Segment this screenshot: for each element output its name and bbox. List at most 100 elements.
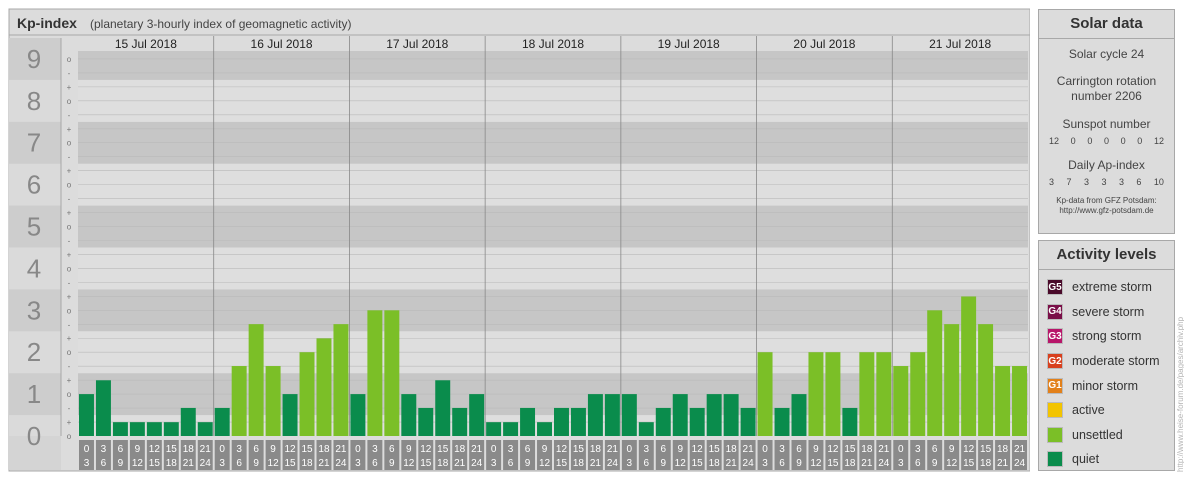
interval-end-label: 18: [980, 458, 992, 469]
legend-item-severe-storm: G4 severe storm: [1039, 300, 1174, 325]
sub-tick-label: o: [67, 390, 72, 399]
g2-swatch: G2: [1047, 353, 1063, 370]
kp-bar: [452, 407, 468, 436]
interval-end-label: 21: [454, 458, 466, 469]
ap-value: 3: [1049, 177, 1055, 187]
kp-bar: [927, 310, 943, 436]
interval-end-label: 12: [403, 458, 415, 469]
legend-label: unsettled: [1072, 427, 1123, 442]
interval-start-label: 15: [573, 444, 585, 455]
interval-end-label: 18: [709, 458, 721, 469]
source-credit: http://www.heise-forum.de/pages/archiv.p…: [1176, 316, 1184, 472]
kp-bar: [486, 422, 502, 436]
interval-end-label: 9: [525, 458, 531, 469]
interval-start-label: 18: [726, 444, 738, 455]
interval-start-label: 3: [915, 444, 921, 455]
interval-start-label: 12: [149, 444, 161, 455]
carrington-rotation-line-1: Carrington rotation: [1056, 74, 1157, 88]
solar-data-panel: Solar data Solar cycle 24 Carrington rot…: [1038, 9, 1175, 234]
ap-value: 10: [1153, 177, 1164, 187]
interval-start-label: 9: [949, 444, 955, 455]
interval-end-label: 18: [844, 458, 856, 469]
interval-end-label: 6: [372, 458, 378, 469]
sunspot-number-label: Sunspot number: [1062, 117, 1151, 131]
interval-start-label: 18: [183, 444, 195, 455]
legend-item-extreme-storm: G5 extreme storm: [1039, 275, 1174, 300]
kp-bar: [587, 394, 603, 436]
quiet-swatch: [1047, 451, 1063, 468]
interval-start-label: 18: [454, 444, 466, 455]
interval-start-label: 9: [270, 444, 276, 455]
sub-tick-label: +: [67, 334, 72, 343]
y-tick-label: 2: [27, 337, 41, 367]
activity-legend: G5 extreme storm G4 severe storm G3 stro…: [1039, 270, 1174, 472]
kp-bar: [350, 394, 366, 436]
interval-end-label: 15: [692, 458, 704, 469]
kp-bar: [621, 394, 637, 436]
interval-start-label: 21: [743, 444, 755, 455]
ap-value: 3: [1083, 177, 1089, 187]
sub-tick-label: -: [68, 278, 71, 287]
interval-end-label: 24: [335, 458, 347, 469]
kp-bar: [774, 407, 790, 436]
kp-bar: [706, 394, 722, 436]
kp-bar: [95, 380, 111, 436]
interval-start-label: 6: [525, 444, 531, 455]
ap-value: 3: [1101, 177, 1107, 187]
interval-end-label: 18: [573, 458, 585, 469]
interval-start-label: 15: [166, 444, 178, 455]
kp-bar: [537, 422, 552, 436]
interval-end-label: 9: [118, 458, 124, 469]
kp-bar: [1012, 366, 1027, 436]
interval-start-label: 9: [135, 444, 141, 455]
interval-start-label: 3: [508, 444, 514, 455]
kp-bar: [469, 394, 485, 436]
interval-start-label: 15: [844, 444, 856, 455]
kp-bar: [910, 352, 926, 436]
kp-bar: [180, 407, 196, 436]
interval-start-label: 3: [236, 444, 242, 455]
interval-end-label: 24: [471, 458, 483, 469]
kp-bar: [129, 422, 145, 436]
kp-bar: [740, 407, 756, 436]
ap-values: 3 7 3 3 3 6 10: [1039, 177, 1174, 187]
interval-start-label: 0: [762, 444, 768, 455]
kp-bar: [723, 394, 739, 436]
interval-start-label: 6: [660, 444, 666, 455]
interval-end-label: 24: [878, 458, 890, 469]
kp-bar: [978, 324, 994, 436]
interval-start-label: 21: [335, 444, 347, 455]
ap-value: 7: [1066, 177, 1072, 187]
ap-value: 3: [1118, 177, 1124, 187]
sub-tick-label: o: [67, 223, 72, 232]
interval-end-label: 18: [166, 458, 178, 469]
kp-index-chart: Kp-index (planetary 3-hourly index of geo…: [8, 8, 1030, 472]
interval-start-label: 3: [372, 444, 378, 455]
sub-tick-label: o: [67, 181, 72, 190]
interval-end-label: 21: [726, 458, 738, 469]
interval-end-label: 9: [660, 458, 666, 469]
interval-start-label: 12: [284, 444, 296, 455]
kp-bar: [146, 422, 162, 436]
interval-start-label: 21: [1014, 444, 1026, 455]
day-label: 21 Jul 2018: [929, 37, 991, 51]
legend-item-unsettled: unsettled: [1039, 423, 1174, 448]
sub-tick-label: o: [67, 97, 72, 106]
activity-levels-panel: Activity levels G5 extreme storm G4 seve…: [1038, 240, 1175, 471]
interval-end-label: 15: [963, 458, 975, 469]
chart-subtitle: (planetary 3-hourly index of geomagnetic…: [90, 17, 351, 31]
interval-end-label: 21: [183, 458, 195, 469]
interval-end-label: 12: [810, 458, 822, 469]
sub-tick-label: o: [67, 306, 72, 315]
day-label: 19 Jul 2018: [658, 37, 720, 51]
interval-start-label: 18: [590, 444, 602, 455]
interval-start-label: 6: [118, 444, 124, 455]
interval-end-label: 15: [284, 458, 296, 469]
ap-value: 6: [1136, 177, 1142, 187]
interval-end-label: 3: [84, 458, 90, 469]
solar-cycle: Solar cycle 24: [1068, 47, 1145, 61]
kp-bar: [520, 407, 536, 436]
interval-end-label: 9: [253, 458, 259, 469]
g3-swatch: G3: [1047, 328, 1063, 345]
y-tick-label: 7: [27, 128, 41, 158]
